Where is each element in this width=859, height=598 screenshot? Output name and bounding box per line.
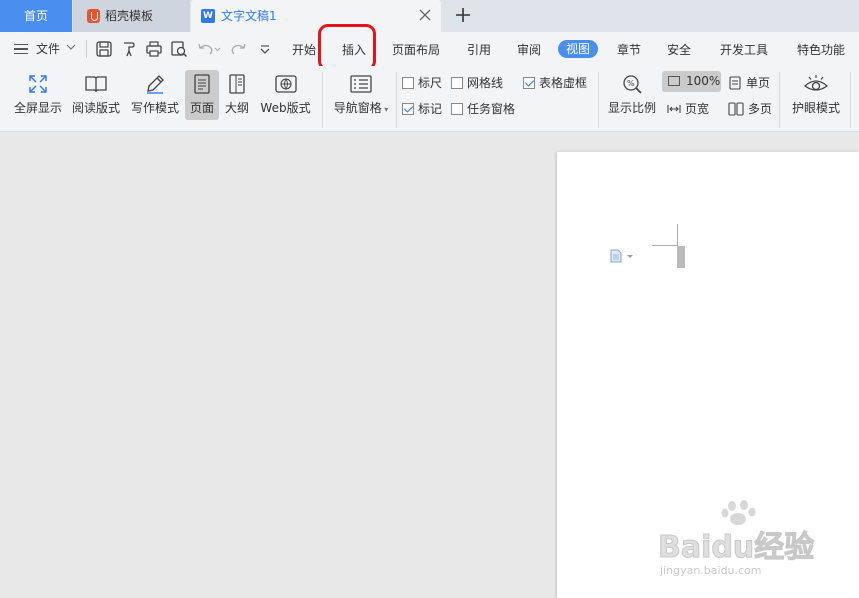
add-tab-icon[interactable] (454, 6, 472, 24)
menu-references[interactable]: 引用 (467, 41, 491, 58)
customize-toolbar-icon[interactable] (256, 40, 274, 58)
actual-size-icon (668, 76, 680, 86)
pencil-icon (147, 75, 164, 94)
tab-template-label: 稻壳模板 (105, 9, 154, 23)
file-menu-label: 文件 (36, 42, 61, 56)
gridlines-label: 网格线 (467, 76, 504, 90)
open-book-icon (85, 76, 107, 93)
zoom-value: 100% (686, 74, 721, 88)
close-tab-icon[interactable] (417, 7, 433, 23)
ribbon-divider (850, 72, 851, 128)
nav-pane-icon (350, 75, 372, 93)
format-painter-icon[interactable] (120, 40, 138, 58)
multi-page-label: 多页 (748, 102, 773, 116)
eye-protect-button[interactable]: 护眼模式 (788, 73, 844, 116)
zoom-ratio-button[interactable]: % 显示比例 (606, 73, 658, 116)
tab-home[interactable]: 首页 (0, 0, 72, 32)
gridlines-checkbox[interactable]: 网格线 (451, 74, 503, 91)
ruler-label: 标尺 (418, 76, 443, 90)
multi-page-button[interactable]: 多页 (728, 100, 772, 117)
redo-icon[interactable] (230, 40, 248, 58)
watermark-main-text: Baidu经验 (657, 530, 815, 566)
save-icon[interactable] (95, 40, 113, 58)
paragraph-layout-icon[interactable] (610, 249, 634, 263)
page-width-icon (667, 105, 681, 113)
svg-text:%: % (627, 79, 635, 88)
tab-document-label: 文字文稿1 (221, 9, 277, 23)
tab-document[interactable]: W 文字文稿1 (191, 0, 441, 32)
marks-check-box[interactable] (402, 103, 414, 115)
table-gridlines-checkbox[interactable]: 表格虚框 (523, 74, 587, 91)
ribbon-divider (779, 72, 780, 128)
write-mode-label: 写作模式 (130, 101, 179, 115)
annotation-highlight-ring (318, 24, 376, 71)
page-view-icon (194, 74, 210, 94)
read-mode-button[interactable]: 阅读版式 (71, 73, 121, 116)
menu-divider (86, 40, 87, 58)
tab-template[interactable]: 稻壳模板 (73, 0, 190, 32)
chevron-down-icon (66, 44, 76, 50)
web-layout-button[interactable]: Web版式 (258, 73, 313, 116)
menu-security[interactable]: 安全 (667, 41, 691, 58)
writer-doc-icon: W (201, 9, 215, 23)
single-page-label: 单页 (746, 76, 771, 90)
write-mode-button[interactable]: 写作模式 (130, 73, 180, 116)
task-pane-label: 任务窗格 (467, 102, 516, 116)
ribbon-divider (396, 72, 397, 128)
menu-review[interactable]: 审阅 (517, 41, 541, 58)
menu-special-features[interactable]: 特色功能 (797, 41, 845, 58)
eye-icon (803, 75, 829, 91)
multi-page-icon (728, 102, 744, 116)
tab-bar: 首页 稻壳模板 W 文字文稿1 (0, 0, 859, 32)
print-icon[interactable] (145, 40, 163, 58)
menu-view[interactable]: 视图 (558, 40, 599, 58)
menu-start[interactable]: 开始 (292, 41, 316, 58)
ribbon-divider (598, 72, 599, 128)
eye-protect-label: 护眼模式 (791, 101, 840, 115)
hamburger-icon (14, 44, 28, 54)
zoom-100-button[interactable]: 100% (662, 71, 721, 92)
fullscreen-label: 全屏显示 (13, 101, 62, 115)
page-margin-corner-mark (652, 224, 678, 246)
menu-section[interactable]: 章节 (617, 41, 641, 58)
nav-pane-button[interactable]: 导航窗格 ▾ (330, 73, 392, 116)
gridlines-check-box[interactable] (451, 77, 463, 89)
web-globe-icon (274, 75, 297, 93)
fullscreen-icon (29, 75, 47, 93)
single-page-button[interactable]: 单页 (728, 74, 770, 91)
zoom-magnifier-icon: % (623, 75, 642, 94)
zoom-ratio-label: 显示比例 (607, 101, 656, 115)
menu-page-layout[interactable]: 页面布局 (392, 41, 440, 58)
table-gridlines-check-box[interactable] (523, 77, 535, 89)
ribbon-divider (322, 72, 323, 128)
ruler-check-box[interactable] (402, 77, 414, 89)
marks-checkbox[interactable]: 标记 (402, 100, 442, 117)
page-view-label: 页面 (189, 101, 214, 115)
text-caret (677, 246, 685, 268)
marks-label: 标记 (418, 102, 443, 116)
nav-pane-label: 导航窗格 ▾ (333, 101, 389, 115)
table-gridlines-label: 表格虚框 (539, 76, 588, 90)
undo-icon[interactable] (196, 40, 222, 58)
baidu-jingyan-watermark: Baidu经验 jingyan.baidu.com (657, 496, 818, 586)
task-pane-checkbox[interactable]: 任务窗格 (451, 100, 515, 117)
menu-developer[interactable]: 开发工具 (720, 41, 768, 58)
watermark-url: jingyan.baidu.com (660, 564, 762, 577)
task-pane-check-box[interactable] (451, 103, 463, 115)
page-view-button[interactable]: 页面 (186, 73, 218, 116)
docer-logo-icon (87, 9, 100, 23)
web-layout-label: Web版式 (260, 101, 311, 115)
read-mode-label: 阅读版式 (71, 101, 120, 115)
outline-button[interactable]: 大纲 (222, 73, 252, 116)
fullscreen-button[interactable]: 全屏显示 (13, 73, 63, 116)
page-width-button[interactable]: 页宽 (667, 100, 709, 117)
outline-label: 大纲 (224, 101, 249, 115)
print-preview-icon[interactable] (170, 40, 188, 58)
page-width-label: 页宽 (685, 102, 710, 116)
ruler-checkbox[interactable]: 标尺 (402, 74, 442, 91)
single-page-icon (729, 76, 741, 90)
outline-icon (229, 74, 245, 94)
